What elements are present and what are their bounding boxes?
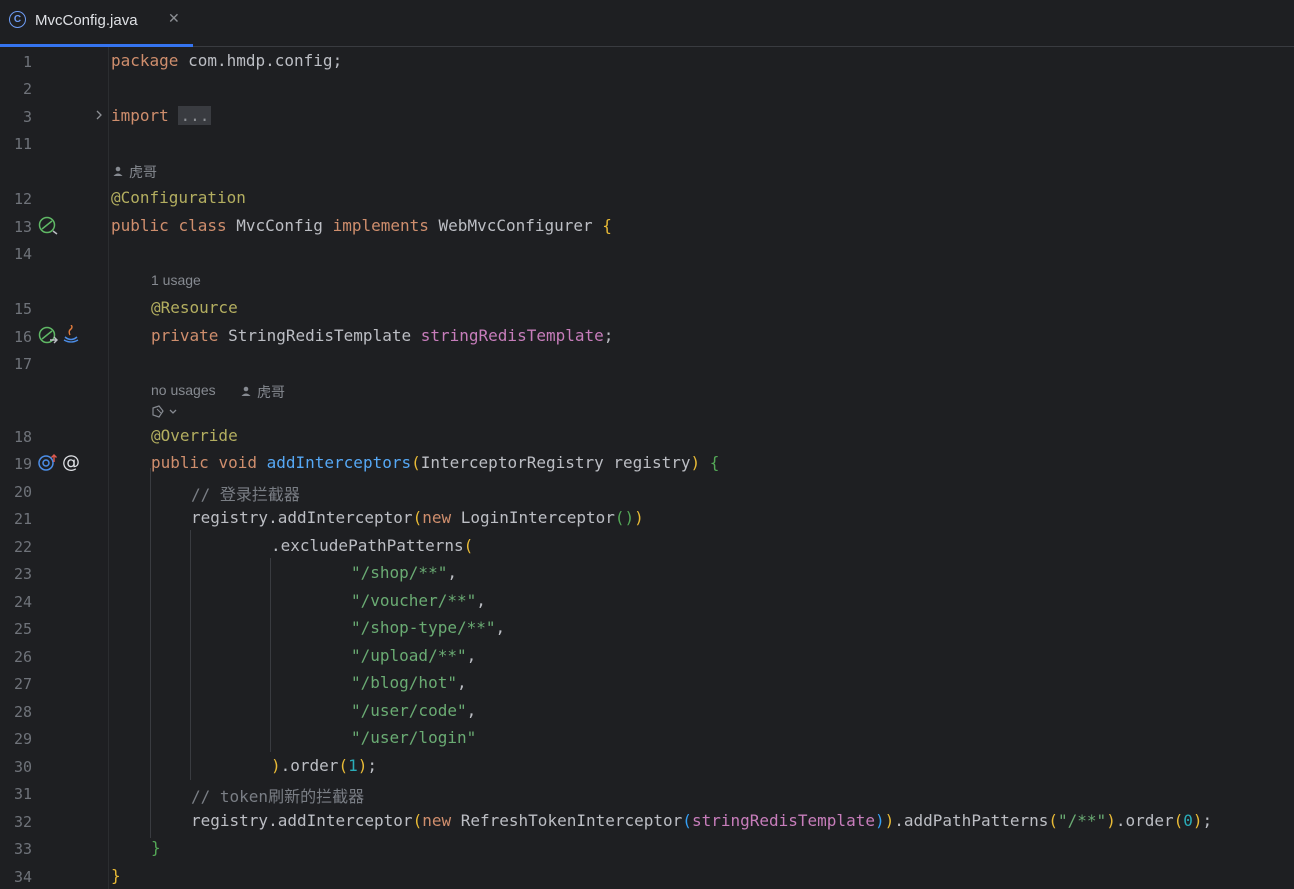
implements-method-icon[interactable] <box>38 453 60 473</box>
line-number: 12 <box>13 190 32 208</box>
line-number: 2 <box>22 80 32 98</box>
line-number: 23 <box>13 565 32 583</box>
usage-hint[interactable]: 1 usage <box>151 272 201 288</box>
line-number: 32 <box>13 813 32 831</box>
line-number: 30 <box>13 758 32 776</box>
spring-bean-injected-icon[interactable] <box>38 326 60 346</box>
indent-guide <box>150 468 151 838</box>
line-number: 20 <box>13 483 32 501</box>
active-tab-indicator <box>0 44 193 47</box>
line-number: 28 <box>13 703 32 721</box>
code-line-3[interactable]: import ... <box>111 106 212 125</box>
line-number: 3 <box>22 108 32 126</box>
code-line-25[interactable]: "/shop-type/**", <box>351 618 505 637</box>
code-line-21[interactable]: registry.addInterceptor(new LoginInterce… <box>191 508 644 527</box>
at-annotation-icon[interactable]: @ <box>62 452 80 473</box>
java-bean-icon[interactable] <box>62 325 80 345</box>
code-line-24[interactable]: "/voucher/**", <box>351 591 486 610</box>
line-number: 1 <box>22 53 32 71</box>
code-line-27[interactable]: "/blog/hot", <box>351 673 467 692</box>
code-line-30[interactable]: ).order(1); <box>271 756 377 775</box>
line-number: 25 <box>13 620 32 638</box>
spring-bean-icon[interactable] <box>38 216 60 236</box>
line-number: 27 <box>13 675 32 693</box>
class-c-icon: C <box>9 11 26 28</box>
gutter-separator <box>108 47 109 889</box>
line-number: 26 <box>13 648 32 666</box>
indent-guide <box>270 558 271 752</box>
code-line-19[interactable]: public void addInterceptors(InterceptorR… <box>151 453 719 472</box>
line-number: 34 <box>13 868 32 886</box>
line-number: 33 <box>13 840 32 858</box>
editor-tab-bar: C MvcConfig.java ✕ <box>0 0 1294 47</box>
line-number: 15 <box>13 300 32 318</box>
indent-guide <box>190 530 191 780</box>
code-line-32[interactable]: registry.addInterceptor(new RefreshToken… <box>191 811 1212 830</box>
code-line-29[interactable]: "/user/login" <box>351 728 476 747</box>
code-line-12[interactable]: @Configuration <box>111 188 246 207</box>
code-line-20[interactable]: // 登录拦截器 <box>191 481 300 505</box>
line-number: 13 <box>13 218 32 236</box>
line-number: 21 <box>13 510 32 528</box>
line-number: 17 <box>13 355 32 373</box>
code-line-1[interactable]: package com.hmdp.config; <box>111 51 342 70</box>
person-icon <box>241 386 251 396</box>
usage-hint[interactable]: no usages <box>151 382 216 398</box>
code-line-28[interactable]: "/user/code", <box>351 701 476 720</box>
code-line-13[interactable]: public class MvcConfig implements WebMvc… <box>111 216 612 235</box>
ai-actions-icon[interactable] <box>151 404 181 420</box>
code-line-18[interactable]: @Override <box>151 426 238 445</box>
line-number: 29 <box>13 730 32 748</box>
line-number: 19 <box>13 455 32 473</box>
line-number: 22 <box>13 538 32 556</box>
folded-imports[interactable]: ... <box>178 106 212 125</box>
person-icon <box>113 166 123 176</box>
tab-mvcconfig[interactable]: C MvcConfig.java ✕ <box>0 0 193 47</box>
line-number: 11 <box>13 135 32 153</box>
code-line-33[interactable]: } <box>151 838 161 857</box>
author-hint[interactable]: 虎哥 <box>129 162 157 182</box>
code-line-15[interactable]: @Resource <box>151 298 238 317</box>
code-line-26[interactable]: "/upload/**", <box>351 646 476 665</box>
author-hint[interactable]: 虎哥 <box>257 382 285 402</box>
close-icon[interactable]: ✕ <box>168 11 180 27</box>
line-number: 16 <box>13 328 32 346</box>
fold-chevron-icon[interactable] <box>94 109 104 121</box>
code-line-23[interactable]: "/shop/**", <box>351 563 457 582</box>
line-number: 24 <box>13 593 32 611</box>
line-number: 18 <box>13 428 32 446</box>
line-number: 31 <box>13 785 32 803</box>
code-line-22[interactable]: .excludePathPatterns( <box>271 536 473 555</box>
line-number: 14 <box>13 245 32 263</box>
tab-title: MvcConfig.java <box>35 12 138 29</box>
code-line-31[interactable]: // token刷新的拦截器 <box>191 783 364 807</box>
code-line-34[interactable]: } <box>111 866 121 885</box>
code-line-16[interactable]: private StringRedisTemplate stringRedisT… <box>151 326 613 345</box>
